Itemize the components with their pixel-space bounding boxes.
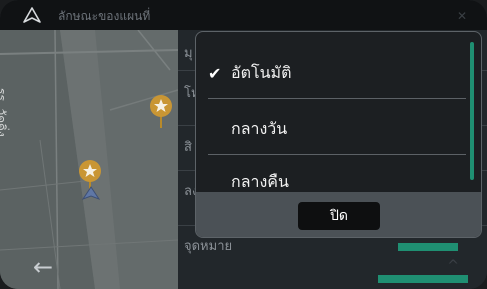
header-bar: ลักษณะของแผนที่ ✕: [0, 0, 487, 30]
option-divider: [208, 98, 466, 99]
scrollbar[interactable]: [470, 42, 474, 180]
close-icon: ✕: [456, 9, 467, 23]
close-button[interactable]: ปิด: [298, 202, 380, 230]
star-poi-icon[interactable]: [148, 94, 174, 128]
option-label: อัตโนมัติ: [231, 62, 292, 82]
list-item-fragment: สิ: [184, 140, 192, 155]
dialog-footer: ปิด: [196, 192, 481, 237]
street-label: รร. วัดดิ่ง: [0, 88, 8, 137]
option-label: กลางคืน: [231, 171, 289, 191]
progress-bar: [378, 275, 468, 283]
vehicle-position-icon: [82, 186, 100, 200]
back-button[interactable]: ←: [20, 252, 66, 282]
map-mode-dialog: ✔ อัตโนมัติ กลางวัน กลางคืน ปิด: [195, 31, 482, 238]
navigation-arrow-icon[interactable]: [22, 6, 42, 24]
list-item-fragment: มุ: [184, 46, 193, 61]
map-view[interactable]: รร. วัดดิ่ง: [0, 30, 178, 289]
app-frame: ลักษณะของแผนที่ ✕ รร. วัดดิ่ง มุ โห สิ ล…: [0, 0, 487, 289]
chevron-up-icon: ^: [447, 258, 459, 274]
list-item-fragment: จุดหมาย: [184, 239, 233, 254]
option-day[interactable]: กลางวัน: [196, 102, 468, 156]
option-label: กลางวัน: [231, 118, 288, 138]
page-title: ลักษณะของแผนที่: [58, 9, 151, 23]
checkmark-icon: ✔: [208, 63, 222, 83]
option-auto[interactable]: ✔ อัตโนมัติ: [196, 46, 468, 100]
progress-bar: [398, 243, 458, 251]
